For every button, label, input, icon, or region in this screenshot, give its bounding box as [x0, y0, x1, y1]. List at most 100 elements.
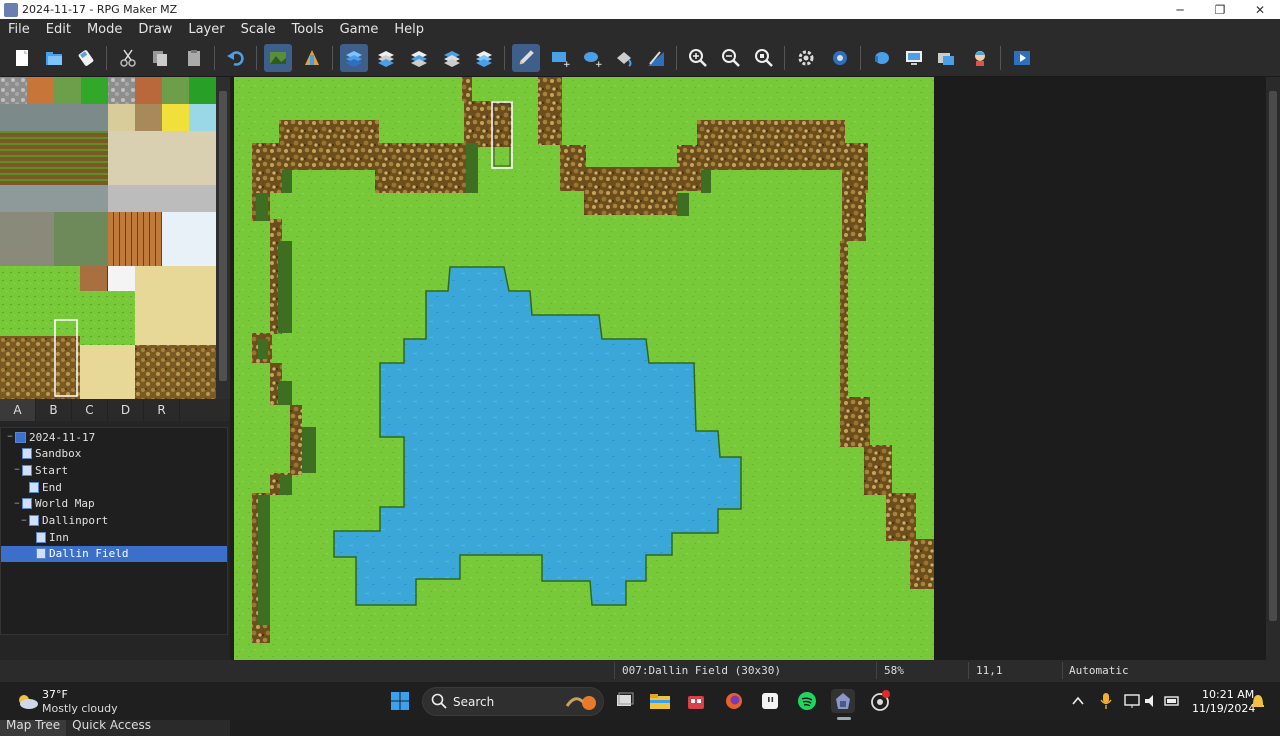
- plugin-manager-icon[interactable]: [826, 44, 854, 72]
- cut-icon[interactable]: [114, 44, 142, 72]
- microphone-icon[interactable]: [1094, 689, 1118, 713]
- rpg-maker-taskbar-icon[interactable]: [831, 689, 855, 713]
- spotify-icon[interactable]: [795, 689, 819, 713]
- map-mode-icon[interactable]: [264, 44, 292, 72]
- weather-description[interactable]: Mostly cloudy: [42, 702, 118, 715]
- menu-game[interactable]: Game: [332, 19, 387, 40]
- tileset-scrollbar[interactable]: [216, 77, 230, 399]
- playtest-icon[interactable]: [1008, 44, 1036, 72]
- status-coordinates: 11,1: [976, 664, 1003, 677]
- weather-temperature[interactable]: 37°F: [42, 688, 68, 701]
- start-menu-icon[interactable]: [388, 689, 412, 713]
- map-editor-canvas[interactable]: [234, 77, 1266, 660]
- rectangle-icon[interactable]: +: [546, 44, 574, 72]
- left-panel: A B C D R − 2024-11-17 Sandbox − Start End − Wo…: [0, 77, 230, 736]
- map-tree-label: Inn: [49, 530, 69, 544]
- map-tree-item[interactable]: Sandbox: [1, 446, 227, 462]
- search-highlight-icon: [563, 692, 599, 716]
- minimize-button[interactable]: ─: [1160, 0, 1200, 19]
- map-tree-item[interactable]: − World Map: [1, 496, 227, 512]
- map-vertical-scrollbar[interactable]: [1266, 77, 1280, 660]
- map-tree-label: End: [42, 480, 62, 494]
- map-dallin-field[interactable]: [234, 77, 934, 660]
- event-searcher-icon[interactable]: [900, 44, 928, 72]
- save-project-icon[interactable]: [72, 44, 100, 72]
- tileset-tabs: A B C D R: [0, 399, 230, 421]
- menu-mode[interactable]: Mode: [79, 19, 130, 40]
- status-layer-mode: Automatic: [1069, 664, 1129, 677]
- map-tree-item[interactable]: End: [1, 479, 227, 495]
- tab-d[interactable]: D: [108, 399, 144, 421]
- tab-a[interactable]: A: [0, 399, 36, 421]
- map-tree-item[interactable]: − 2024-11-17: [1, 429, 227, 445]
- menu-tools[interactable]: Tools: [284, 19, 332, 40]
- restore-button[interactable]: ❐: [1200, 0, 1240, 19]
- zoom-in-icon[interactable]: [684, 44, 712, 72]
- weather-icon[interactable]: [14, 689, 40, 713]
- fill-icon[interactable]: [610, 44, 638, 72]
- menu-bar: File Edit Mode Draw Layer Scale Tools Ga…: [0, 19, 1280, 40]
- tree-toggle[interactable]: −: [12, 465, 22, 475]
- copy-icon[interactable]: [146, 44, 174, 72]
- menu-layer[interactable]: Layer: [180, 19, 232, 40]
- taskbar-search[interactable]: Search: [422, 687, 604, 716]
- database-icon[interactable]: [792, 44, 820, 72]
- map-tree-item[interactable]: − Start: [1, 462, 227, 478]
- event-mode-icon[interactable]: [298, 44, 326, 72]
- map-tree-label: 2024-11-17: [29, 430, 96, 444]
- menu-edit[interactable]: Edit: [38, 19, 79, 40]
- sound-test-icon[interactable]: [868, 44, 896, 72]
- show-hidden-icons-icon[interactable]: [1066, 689, 1090, 713]
- open-project-icon[interactable]: [40, 44, 68, 72]
- map-tree-label: Dallinport: [42, 514, 109, 527]
- status-zoom: 58%: [884, 664, 904, 677]
- resource-manager-icon[interactable]: [932, 44, 960, 72]
- map-tree: −2024-11-17 Sandbox − Start End − World Map − Da…: [0, 427, 228, 635]
- layer-auto-icon[interactable]: [340, 44, 368, 72]
- menu-file[interactable]: File: [0, 19, 38, 40]
- map-tree-item[interactable]: − Dallinport: [1, 513, 227, 529]
- tree-toggle[interactable]: −: [12, 499, 22, 509]
- close-button[interactable]: ✕: [1240, 0, 1280, 19]
- tab-b[interactable]: B: [36, 399, 72, 421]
- undo-icon[interactable]: [222, 44, 250, 72]
- layer-3-icon[interactable]: [438, 44, 466, 72]
- file-explorer-icon[interactable]: [648, 689, 672, 713]
- zoom-out-icon[interactable]: [717, 44, 745, 72]
- map-tree-label: Dallin Field: [49, 547, 129, 561]
- new-project-icon[interactable]: [8, 44, 36, 72]
- twitch-icon[interactable]: [758, 689, 782, 713]
- layer-4-icon[interactable]: [470, 44, 498, 72]
- obs-icon[interactable]: [868, 689, 892, 713]
- layer-2-icon[interactable]: [405, 44, 433, 72]
- notification-bell-icon[interactable]: [1246, 689, 1270, 713]
- character-generator-icon[interactable]: [966, 44, 994, 72]
- map-tree-item[interactable]: Inn: [1, 529, 227, 545]
- layer-1-icon[interactable]: [372, 44, 400, 72]
- shadow-pen-icon[interactable]: [642, 44, 670, 72]
- pencil-icon[interactable]: [512, 44, 540, 72]
- battery-icon[interactable]: [1160, 689, 1184, 713]
- ellipse-icon[interactable]: +: [578, 44, 606, 72]
- menu-draw[interactable]: Draw: [130, 19, 180, 40]
- tree-toggle[interactable]: −: [19, 516, 29, 526]
- map-icon: [22, 498, 32, 510]
- paste-icon[interactable]: [180, 44, 208, 72]
- store-icon[interactable]: [684, 689, 708, 713]
- task-view-icon[interactable]: [612, 689, 636, 713]
- menu-scale[interactable]: Scale: [233, 19, 284, 40]
- search-icon: [431, 693, 447, 713]
- zoom-actual-icon[interactable]: [750, 44, 778, 72]
- tree-toggle[interactable]: −: [5, 432, 15, 442]
- map-tree-item[interactable]: Dallin Field: [1, 545, 227, 562]
- svg-text:+: +: [595, 60, 602, 68]
- firefox-icon[interactable]: [722, 689, 746, 713]
- map-icon: [29, 481, 39, 493]
- tab-r[interactable]: R: [144, 399, 180, 421]
- tab-c[interactable]: C: [72, 399, 108, 421]
- menu-help[interactable]: Help: [386, 19, 432, 40]
- tileset-palette[interactable]: [0, 77, 216, 399]
- status-bar: 007:Dallin Field (30x30) 58% 11,1 Automa…: [0, 660, 1280, 681]
- title-bar: 2024-11-17 - RPG Maker MZ ─ ❐ ✕: [0, 0, 1280, 19]
- map-icon: [36, 548, 46, 560]
